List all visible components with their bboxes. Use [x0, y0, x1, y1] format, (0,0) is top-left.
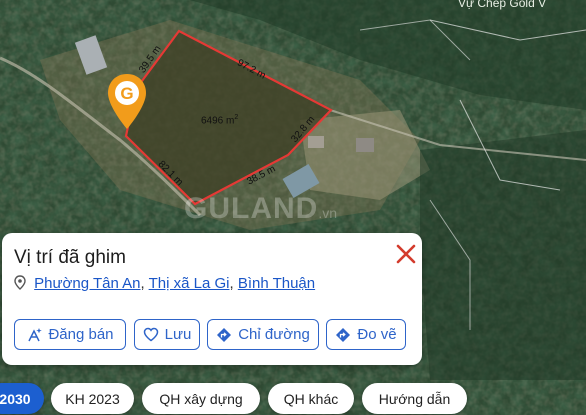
measure-icon — [336, 327, 351, 342]
ward-link[interactable]: Phường Tân An — [34, 275, 140, 292]
chip-guide[interactable]: Hướng dẫn — [362, 383, 467, 414]
province-link[interactable]: Bình Thuận — [238, 275, 315, 292]
measure-label: Đo vẽ — [357, 326, 397, 343]
pin-logo: G — [120, 84, 134, 103]
address-line: Phường Tân An, Thị xã La Gi, Bình Thuận — [14, 275, 315, 292]
directions-button[interactable]: Chỉ đường — [207, 319, 319, 350]
area-label: 6496 m2 — [201, 114, 239, 127]
chip-other-plan[interactable]: QH khác — [268, 383, 354, 414]
save-button[interactable]: Lưu — [134, 319, 200, 350]
post-sale-label: Đăng bán — [48, 326, 114, 343]
town-link[interactable]: Thị xã La Gi — [149, 275, 230, 292]
chip-construction-plan[interactable]: QH xây dựng — [142, 383, 260, 414]
address-separator: , — [140, 275, 145, 292]
map-place-label: Vự Chép Gold V — [458, 0, 547, 10]
address-separator: , — [229, 275, 234, 292]
close-button[interactable] — [395, 243, 417, 265]
chip-plan-2023[interactable]: KH 2023 — [51, 383, 134, 414]
card-title: Vị trí đã ghim — [14, 247, 126, 268]
post-sale-button[interactable]: Đăng bán — [14, 319, 126, 350]
location-pin[interactable]: G — [106, 73, 148, 131]
pinned-location-card: Vị trí đã ghim Phường Tân An, Thị xã La … — [2, 233, 422, 365]
post-sparkle-icon — [28, 327, 43, 341]
location-icon — [14, 275, 26, 290]
heart-icon — [143, 327, 158, 342]
close-icon — [396, 244, 416, 264]
watermark: GULAND.vn — [184, 192, 338, 225]
measure-button[interactable]: Đo vẽ — [326, 319, 406, 350]
directions-icon — [217, 327, 232, 342]
save-label: Lưu — [164, 326, 192, 343]
directions-label: Chỉ đường — [238, 326, 310, 343]
chip-plan-2030[interactable]: 2030 — [0, 383, 44, 414]
